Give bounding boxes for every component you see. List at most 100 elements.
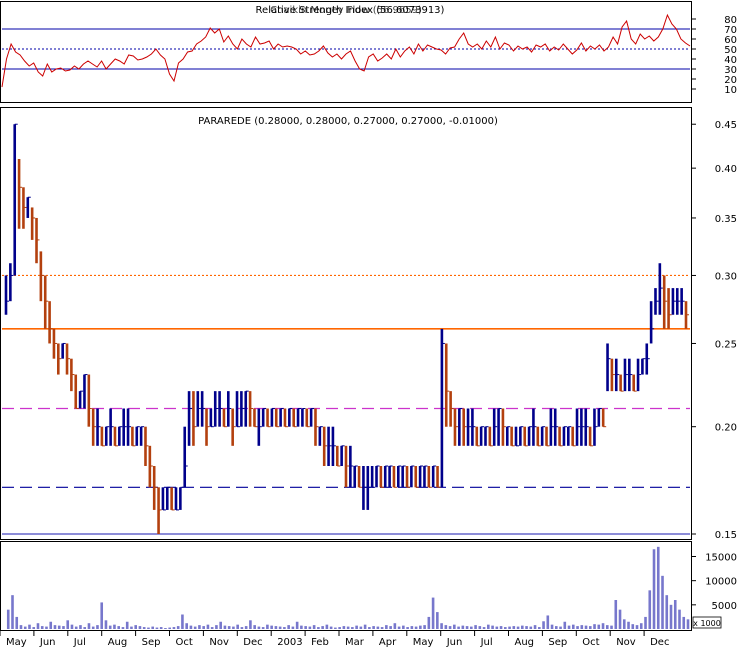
volume-bar <box>410 626 414 629</box>
volume-bar <box>125 621 129 629</box>
volume-bar <box>665 595 669 629</box>
volume-bar <box>253 625 256 629</box>
rsi-tick-label: 50 <box>724 45 737 56</box>
volume-bar <box>189 625 193 629</box>
volume-bar <box>346 626 350 629</box>
volume-bar <box>147 627 150 629</box>
volume-bar <box>627 621 630 629</box>
volume-bar <box>121 627 125 629</box>
volume-bar <box>414 626 418 629</box>
volume-bar <box>431 597 435 629</box>
x-tick-label: Oct <box>582 637 599 648</box>
volume-bar <box>397 626 401 629</box>
volume-bar <box>618 609 622 629</box>
price-tick-label: 0.35 <box>715 214 737 225</box>
volume-bar <box>559 626 562 629</box>
volume-bar <box>368 627 371 629</box>
rsi-tick-label: 10 <box>724 85 737 96</box>
volume-bar <box>104 620 108 629</box>
volume-bar <box>176 626 180 629</box>
volume-bar <box>261 627 265 629</box>
volume-bar <box>244 626 248 629</box>
volume-bar <box>28 624 31 629</box>
volume-bar <box>571 624 575 629</box>
volume-bar <box>202 626 205 629</box>
volume-bar <box>478 626 482 629</box>
x-tick-label: Sep <box>142 637 161 648</box>
volume-bar <box>108 625 112 629</box>
volume-bar <box>215 625 218 629</box>
volume-bar <box>656 546 660 629</box>
volume-bar <box>19 625 23 629</box>
volume-bar <box>622 619 626 629</box>
volume-bar <box>45 626 48 629</box>
volume-bar <box>444 625 448 629</box>
volume-bar <box>423 625 426 629</box>
volume-bar <box>593 624 596 629</box>
chart-canvas: 1020304050607080 0.15 0.20 0.25 0.30 0.35 0.4… <box>0 1 737 648</box>
volume-bar <box>155 627 159 629</box>
volume-bar <box>117 626 121 629</box>
volume-bar <box>440 623 443 629</box>
volume-bar <box>172 627 176 629</box>
volume-bar <box>393 623 397 629</box>
volume-bar <box>402 625 405 629</box>
volume-bar <box>516 626 520 629</box>
volume-bar <box>66 620 70 629</box>
volume-bar <box>567 625 571 629</box>
volume-bar <box>181 614 184 629</box>
volume-bar <box>669 604 673 629</box>
volume-bar <box>210 627 214 629</box>
volume-bar <box>274 626 278 629</box>
x-tick-label: Feb <box>311 637 329 648</box>
volume-bar <box>359 626 363 629</box>
volume-bar <box>113 624 116 629</box>
volume-bar <box>482 627 486 629</box>
volume-bar <box>15 616 19 629</box>
volume-bar <box>32 627 36 629</box>
x-tick-label: Jul <box>73 637 86 648</box>
price-tick-label: 0.15 <box>715 530 737 541</box>
x-tick-label: Aug <box>515 637 535 648</box>
rsi-tick-label: 40 <box>724 55 737 66</box>
x-tick-label: Apr <box>379 637 397 648</box>
volume-bar <box>138 626 142 629</box>
x-tick-label: Sep <box>548 637 567 648</box>
volume-bar <box>508 626 511 629</box>
volume-bar <box>96 625 99 629</box>
x-tick-label: May <box>413 637 434 648</box>
x-tick-label: Oct <box>176 637 193 648</box>
volume-bar <box>321 626 324 629</box>
volume-bar <box>448 626 452 629</box>
volume-bar <box>363 624 367 629</box>
volume-bar <box>278 626 282 629</box>
volume-bar <box>673 600 677 629</box>
volume-bar <box>419 625 422 629</box>
volume-tick-label: 10000 <box>705 577 737 588</box>
volume-bar <box>588 626 592 629</box>
volume-bar <box>529 626 533 629</box>
volume-bar <box>542 621 545 629</box>
volume-unit-label: x 1000 <box>693 619 721 628</box>
volume-bar <box>236 624 239 629</box>
volume-bar <box>474 625 477 629</box>
volume-bar <box>342 626 346 629</box>
x-tick-label: Dec <box>650 637 669 648</box>
volume-bar <box>682 616 686 629</box>
volume-bar <box>74 626 78 629</box>
volume-bar <box>678 609 681 629</box>
volume-bar <box>232 626 235 629</box>
volume-bar <box>686 619 690 629</box>
volume-bar <box>355 625 358 629</box>
volume-bar <box>198 625 201 629</box>
volume-bar <box>206 624 210 629</box>
volume-bar <box>185 623 188 629</box>
volume-bar <box>601 623 605 629</box>
volume-bar <box>436 612 439 629</box>
volume-bar <box>584 625 588 629</box>
volume-bar <box>79 625 82 629</box>
volume-bar <box>453 624 456 629</box>
volume-bar <box>249 620 252 629</box>
volume-panel-frame <box>0 541 692 631</box>
volume-bar <box>334 627 337 629</box>
